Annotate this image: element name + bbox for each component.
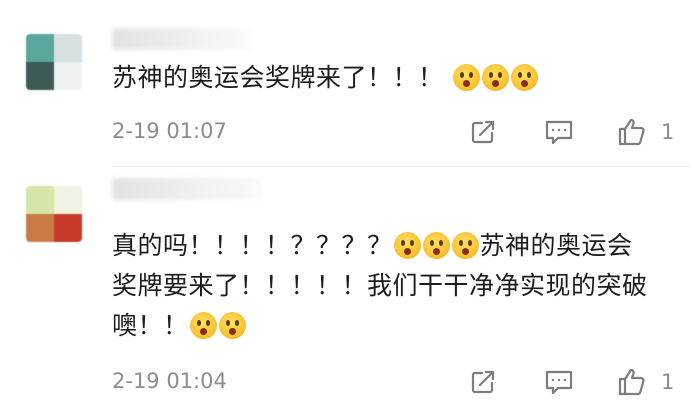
username-blurred[interactable]	[112, 178, 262, 200]
avatar-tile	[54, 214, 82, 242]
cry-laugh-emoji-icon	[189, 312, 217, 339]
like-count: 1	[661, 370, 675, 394]
cry-laugh-emoji-icon	[451, 232, 479, 259]
avatar-tile	[26, 186, 54, 214]
reply-button[interactable]	[544, 367, 574, 397]
comment-text-content: 苏神的奥运会奖牌来了！！！	[112, 63, 444, 92]
avatar-tile	[26, 34, 54, 62]
username-blurred[interactable]	[112, 28, 252, 50]
like-count: 1	[661, 120, 675, 144]
cry-laugh-emoji-icon	[218, 312, 246, 339]
like-button[interactable]: 1	[617, 367, 674, 397]
comment-time: 2-19 01:04	[112, 369, 227, 393]
share-external-icon	[471, 370, 495, 394]
cry-laugh-emoji-icon	[393, 232, 421, 259]
comment-divider	[112, 166, 690, 167]
share-external-icon	[471, 120, 495, 144]
comment-meta: 2-19 01:07 1	[112, 117, 690, 147]
like-button[interactable]: 1	[617, 117, 674, 147]
avatar-tile	[54, 186, 82, 214]
share-button[interactable]	[469, 117, 497, 147]
scream-emoji-icon	[510, 64, 538, 91]
avatar-tile	[26, 62, 54, 90]
comment-text: 真的吗！！！！？？？？ 苏神的奥运会奖牌要来了！！！！！我们干干净净实现的突破噢！…	[112, 226, 650, 346]
comment-text-part1: 真的吗！！！！？？？？	[112, 231, 393, 260]
reply-button[interactable]	[544, 117, 574, 147]
avatar-tile	[26, 214, 54, 242]
comment-time: 2-19 01:07	[112, 119, 227, 143]
avatar-tile	[54, 62, 82, 90]
avatar[interactable]	[26, 34, 82, 90]
thumbs-up-icon	[618, 118, 645, 146]
comment-item: 苏神的奥运会奖牌来了！！！ 2-19 01:07 1	[0, 0, 690, 165]
avatar-tile	[54, 34, 82, 62]
comment-reply-icon	[545, 370, 573, 395]
thumbs-up-icon	[618, 368, 645, 396]
share-button[interactable]	[469, 367, 497, 397]
scream-emoji-icon	[452, 64, 480, 91]
comment-meta: 2-19 01:04 1	[112, 367, 690, 397]
comment-reply-icon	[545, 120, 573, 145]
avatar[interactable]	[26, 186, 82, 242]
comment-text: 苏神的奥运会奖牌来了！！！	[112, 58, 650, 98]
scream-emoji-icon	[481, 64, 509, 91]
comment-item: 真的吗！！！！？？？？ 苏神的奥运会奖牌要来了！！！！！我们干干净净实现的突破噢！…	[0, 168, 690, 413]
cry-laugh-emoji-icon	[422, 232, 450, 259]
